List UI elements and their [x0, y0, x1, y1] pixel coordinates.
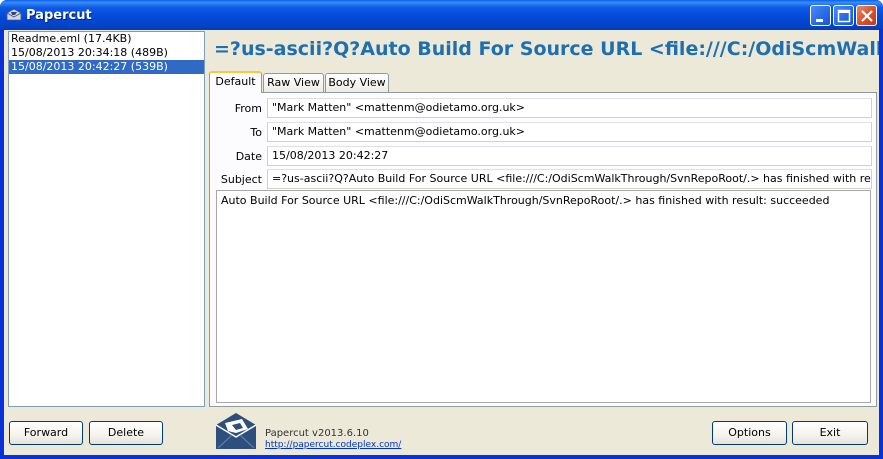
options-button[interactable]: Options [712, 421, 787, 445]
maximize-button[interactable] [833, 5, 854, 26]
app-version: Papercut v2013.6.10 [265, 428, 369, 439]
close-button[interactable] [856, 5, 877, 26]
subject-field[interactable]: =?us-ascii?Q?Auto Build For Source URL <… [267, 169, 872, 189]
date-label: Date [235, 150, 262, 163]
list-item[interactable]: 15/08/2013 20:42:27 (539B) [9, 60, 204, 74]
app-window: Papercut Readme.eml (17.4KB) 15/08/2013 … [0, 0, 883, 459]
papercut-logo-icon [214, 411, 258, 451]
minimize-button[interactable] [810, 5, 831, 26]
tab-raw-view[interactable]: Raw View [263, 73, 324, 92]
list-item[interactable]: 15/08/2013 20:34:18 (489B) [9, 46, 204, 60]
list-item[interactable]: Readme.eml (17.4KB) [9, 32, 204, 46]
to-label: To [250, 126, 262, 139]
homepage-link[interactable]: http://papercut.codeplex.com/ [265, 440, 401, 450]
window-title: Papercut [26, 8, 92, 23]
subject-label: Subject [220, 173, 262, 186]
minimize-icon [816, 19, 823, 22]
from-field[interactable]: "Mark Matten" <mattenm@odietamo.org.uk> [267, 98, 872, 118]
exit-button[interactable]: Exit [792, 421, 868, 445]
title-bar[interactable]: Papercut [0, 0, 883, 30]
delete-button[interactable]: Delete [89, 421, 163, 445]
message-list[interactable]: Readme.eml (17.4KB) 15/08/2013 20:34:18 … [8, 31, 205, 407]
default-tab-panel: From "Mark Matten" <mattenm@odietamo.org… [209, 92, 877, 407]
message-body[interactable]: Auto Build For Source URL <file:///C:/Od… [216, 190, 871, 403]
tab-default[interactable]: Default [209, 71, 262, 93]
from-label: From [234, 102, 262, 115]
maximize-icon [837, 9, 851, 23]
client-area: Readme.eml (17.4KB) 15/08/2013 20:34:18 … [4, 30, 879, 455]
forward-button[interactable]: Forward [9, 421, 83, 445]
envelope-icon [6, 7, 22, 23]
tab-body-view[interactable]: Body View [325, 73, 389, 92]
to-field[interactable]: "Mark Matten" <mattenm@odietamo.org.uk> [267, 122, 872, 142]
subject-header: =?us-ascii?Q?Auto Build For Source URL <… [214, 38, 879, 60]
close-icon [861, 10, 873, 22]
date-field[interactable]: 15/08/2013 20:42:27 [267, 146, 872, 166]
